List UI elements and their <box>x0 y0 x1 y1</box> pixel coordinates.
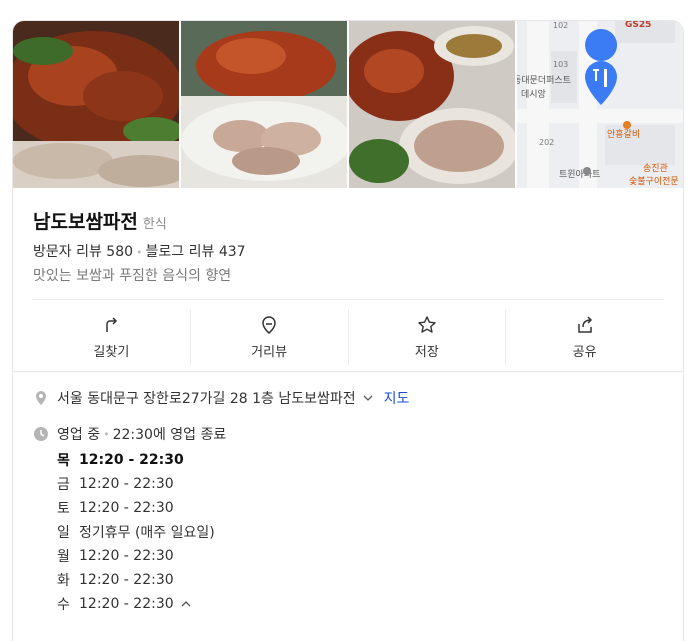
food-photo-1[interactable] <box>13 21 179 188</box>
address-row: 서울 동대문구 장한로27가길 28 1층 남도보쌈파전 지도 <box>33 386 673 410</box>
hours-day: 금 <box>57 477 70 493</box>
hours-time: 12:20 - 22:30 <box>79 596 174 612</box>
place-card: 102 GS25 103 동대문더퍼스트 데시앙 202 안흥갈비 트윈아파트 … <box>12 20 684 641</box>
svg-text:102: 102 <box>553 21 568 30</box>
place-description: 맛있는 보쌈과 푸짐한 음식의 향연 <box>33 268 232 284</box>
map-link[interactable]: 지도 <box>384 388 410 408</box>
save-label: 저장 <box>414 344 439 360</box>
map-thumbnail[interactable]: 102 GS25 103 동대문더퍼스트 데시앙 202 안흥갈비 트윈아파트 … <box>517 21 683 188</box>
hours-row: 금 12:20 - 22:30 <box>33 472 673 496</box>
chevron-down-icon[interactable] <box>362 392 374 404</box>
review-summary: 방문자 리뷰 580 • 블로그 리뷰 437 <box>33 241 246 261</box>
svg-text:GS25: GS25 <box>625 21 651 30</box>
hours-list: 목 12:20 - 22:30 금 12:20 - 22:30 토 12:20 - 2… <box>33 448 673 616</box>
hours-time: 정기휴무 (매주 일요일) <box>79 525 215 541</box>
hours-time: 12:20 - 22:30 <box>79 548 174 564</box>
place-name[interactable]: 남도보쌈파전 <box>33 207 138 234</box>
place-category: 한식 <box>142 217 167 232</box>
hours-day: 월 <box>57 549 70 565</box>
chevron-up-icon[interactable] <box>180 598 192 610</box>
svg-text:데시앙: 데시앙 <box>521 88 546 100</box>
food-photo-3[interactable] <box>349 21 515 188</box>
svg-text:송진관: 송진관 <box>643 163 668 174</box>
business-status: 영업 중 <box>57 427 101 443</box>
svg-text:안흥갈비: 안흥갈비 <box>607 128 640 140</box>
star-icon <box>418 315 436 333</box>
hours-time: 12:20 - 22:30 <box>79 452 184 468</box>
action-bar: 길찾기 거리뷰 저장 공유 <box>33 309 663 365</box>
directions-label: 길찾기 <box>93 344 130 360</box>
photo-strip: 102 GS25 103 동대문더퍼스트 데시앙 202 안흥갈비 트윈아파트 … <box>13 21 683 188</box>
hours-day: 일 <box>57 525 70 541</box>
hours-row-today: 목 12:20 - 22:30 <box>33 448 673 472</box>
address-text[interactable]: 서울 동대문구 장한로27가길 28 1층 남도보쌈파전 <box>57 388 356 408</box>
separator-dot: • <box>136 246 143 259</box>
save-button[interactable]: 저장 <box>349 309 507 365</box>
directions-button[interactable]: 길찾기 <box>33 309 191 365</box>
close-time: 22:30에 영업 종료 <box>112 427 227 443</box>
hours-row: 수 12:20 - 22:30 <box>33 592 673 616</box>
svg-text:트윈아파트: 트윈아파트 <box>559 169 600 180</box>
share-label: 공유 <box>572 344 597 360</box>
food-photo-2[interactable] <box>181 21 347 188</box>
blog-reviews-link[interactable]: 블로그 리뷰 437 <box>146 244 246 260</box>
street-view-label: 거리뷰 <box>251 344 288 360</box>
street-view-button[interactable]: 거리뷰 <box>191 309 349 365</box>
hours-row: 화 12:20 - 22:30 <box>33 568 673 592</box>
visitor-reviews-link[interactable]: 방문자 리뷰 580 <box>33 244 133 260</box>
location-pin-icon <box>36 391 46 405</box>
street-view-icon <box>262 315 276 334</box>
hours-row: 일 정기휴무 (매주 일요일) <box>33 520 673 544</box>
divider <box>13 371 683 372</box>
svg-text:동대문더퍼스트: 동대문더퍼스트 <box>517 75 571 86</box>
title-row: 남도보쌈파전 한식 <box>33 207 167 234</box>
hours-day: 목 <box>57 453 70 469</box>
clock-icon <box>34 427 48 441</box>
share-button[interactable]: 공유 <box>506 309 663 365</box>
hours-time: 12:20 - 22:30 <box>79 500 174 516</box>
info-section: 서울 동대문구 장한로27가길 28 1층 남도보쌈파전 지도 영업 중 • 2… <box>33 386 673 616</box>
hours-row: 토 12:20 - 22:30 <box>33 496 673 520</box>
hours-row: 월 12:20 - 22:30 <box>33 544 673 568</box>
svg-text:103: 103 <box>553 60 568 69</box>
divider <box>33 299 663 300</box>
share-icon <box>577 315 592 333</box>
hours-day: 토 <box>57 501 70 517</box>
hours-day: 화 <box>57 573 70 589</box>
svg-text:202: 202 <box>539 138 554 147</box>
separator-dot: • <box>103 427 110 441</box>
svg-text:숯불구이전문: 숯불구이전문 <box>629 176 679 187</box>
hours-time: 12:20 - 22:30 <box>79 572 174 588</box>
business-status-row: 영업 중 • 22:30에 영업 종료 <box>33 422 673 446</box>
directions-icon <box>106 316 118 332</box>
hours-time: 12:20 - 22:30 <box>79 476 174 492</box>
hours-day: 수 <box>57 597 70 613</box>
